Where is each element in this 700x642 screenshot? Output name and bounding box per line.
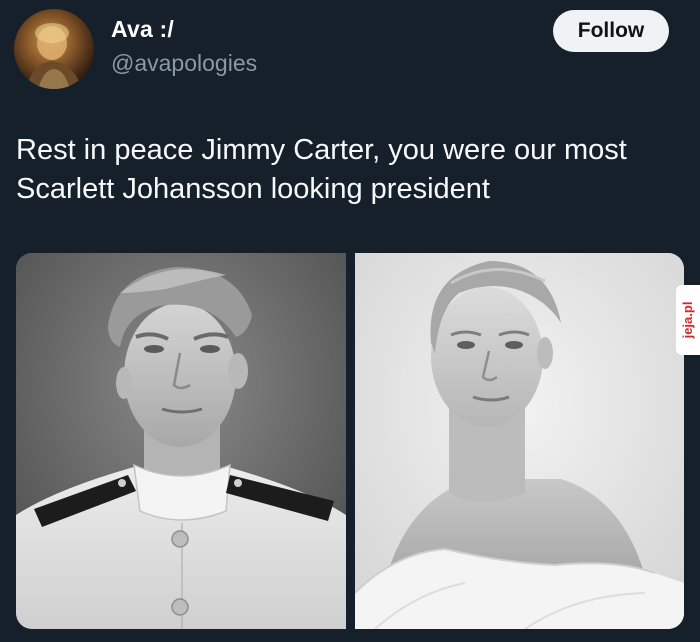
author-handle[interactable]: @avapologies — [111, 50, 257, 77]
media-image-left[interactable] — [16, 253, 346, 629]
tweet: Ava :/ @avapologies Follow Rest in peace… — [0, 0, 700, 642]
avatar[interactable] — [14, 9, 94, 89]
follow-button[interactable]: Follow — [553, 10, 669, 52]
media-grid — [16, 253, 684, 629]
author-display-name[interactable]: Ava :/ — [111, 16, 174, 43]
tweet-text: Rest in peace Jimmy Carter, you were our… — [16, 134, 627, 205]
media-image-right[interactable] — [355, 253, 684, 629]
svg-text:jeja.pl: jeja.pl — [680, 302, 695, 340]
watermark-logo: jeja.pl — [676, 285, 700, 355]
